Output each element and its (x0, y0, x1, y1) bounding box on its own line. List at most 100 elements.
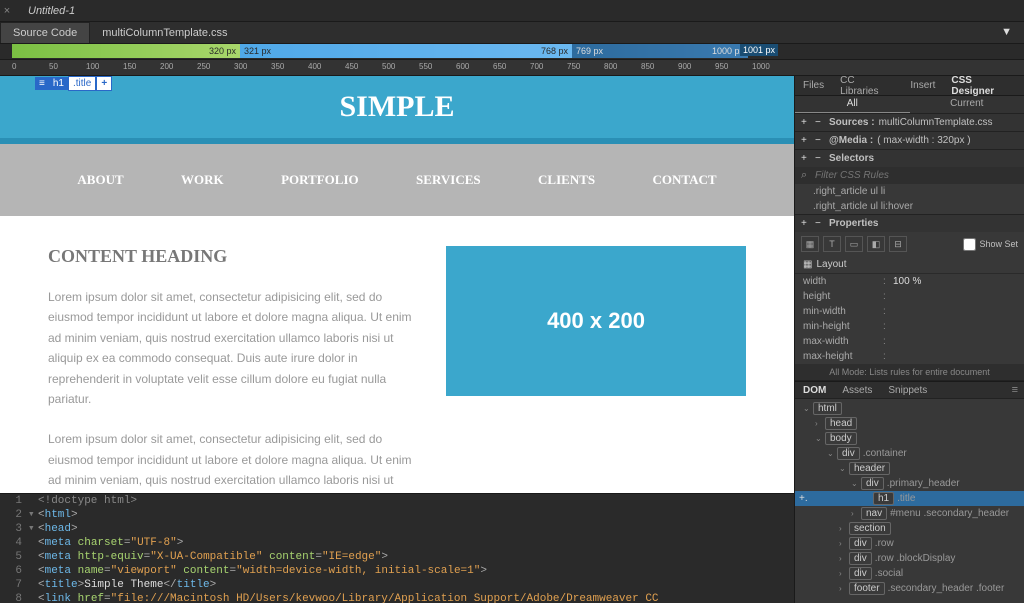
border-icon[interactable]: ▭ (845, 236, 863, 252)
ruler-tick: 800 (604, 62, 617, 71)
hamburger-icon[interactable]: ≡ (35, 77, 49, 90)
dom-node-section[interactable]: ›section (795, 521, 1024, 536)
source-code-tab[interactable]: Source Code (0, 22, 90, 43)
layout-property-row[interactable]: min-width: (795, 304, 1024, 319)
ruler-tick: 50 (49, 62, 58, 71)
page-content: CONTENT HEADING Lorem ipsum dolor sit am… (0, 216, 794, 493)
dom-node-div[interactable]: ›div.row .blockDisplay (795, 551, 1024, 566)
dom-node-head[interactable]: ›head (795, 416, 1024, 431)
nav-item[interactable]: ABOUT (77, 172, 123, 188)
content-paragraph[interactable]: Lorem ipsum dolor sit amet, consectetur … (48, 429, 416, 493)
add-icon[interactable]: + (801, 135, 815, 146)
dom-tab-snippets[interactable]: Snippets (880, 383, 935, 398)
dom-node-nav[interactable]: ›nav#menu .secondary_header (795, 506, 1024, 521)
add-icon[interactable]: + (801, 218, 815, 229)
right-panels: FilesCC LibrariesInsertCSS Designer All … (794, 76, 1024, 603)
css-search-input[interactable] (815, 170, 1018, 181)
overlay-h1-tag[interactable]: h1 (49, 77, 68, 90)
css-file-tab[interactable]: multiColumnTemplate.css (90, 23, 239, 43)
remove-icon[interactable]: − (815, 218, 829, 229)
show-set-checkbox[interactable]: Show Set (963, 238, 1018, 251)
content-paragraph[interactable]: Lorem ipsum dolor sit amet, consectetur … (48, 287, 416, 409)
image-placeholder: 400 x 200 (446, 246, 746, 396)
dom-node-header[interactable]: ⌄header (795, 461, 1024, 476)
layout-property-row[interactable]: width:100 % (795, 274, 1024, 289)
panel-tab-insert[interactable]: Insert (902, 77, 943, 94)
add-node-icon[interactable]: +. (795, 493, 808, 504)
ruler-tick: 300 (234, 62, 247, 71)
panel-tab-files[interactable]: Files (795, 77, 832, 94)
source-tabs: Source Code multiColumnTemplate.css ▼ (0, 22, 1024, 44)
page-title[interactable]: SIMPLE (0, 90, 794, 124)
dom-tab-assets[interactable]: Assets (834, 383, 880, 398)
ruler-tick: 850 (641, 62, 654, 71)
css-subtab-current[interactable]: Current (910, 96, 1024, 113)
dom-node-div[interactable]: ⌄div.primary_header (795, 476, 1024, 491)
dom-node-div[interactable]: ⌄div.container (795, 446, 1024, 461)
dom-node-body[interactable]: ⌄body (795, 431, 1024, 446)
ruler-tick: 200 (160, 62, 173, 71)
overlay-title-class[interactable]: .title (68, 76, 96, 91)
css-rule[interactable]: .right_article ul li:hover (795, 199, 1024, 214)
code-view[interactable]: 1 <!doctype html> 2▾<html> 3▾<head> 4 <m… (0, 493, 794, 603)
ruler-tick: 0 (12, 62, 16, 71)
overlay-add-icon[interactable]: + (96, 76, 112, 91)
nav-item[interactable]: SERVICES (416, 172, 481, 188)
info-text: All Mode: Lists rules for entire documen… (795, 364, 1024, 380)
document-tabs: × Untitled-1 (0, 0, 1024, 22)
css-subtab-all[interactable]: All (795, 96, 910, 113)
ruler-tick: 950 (715, 62, 728, 71)
background-icon[interactable]: ◧ (867, 236, 885, 252)
scrub-handle[interactable]: 1001 px (740, 44, 778, 56)
document-tab[interactable]: Untitled-1 (14, 1, 89, 21)
dom-tree[interactable]: ⌄html›head⌄body⌄div.container⌄header⌄div… (795, 399, 1024, 603)
page-nav: ABOUT WORK PORTFOLIO SERVICES CLIENTS CONTACT (0, 144, 794, 216)
layout-property-row[interactable]: height: (795, 289, 1024, 304)
dom-node-div[interactable]: ›div.social (795, 566, 1024, 581)
sources-section[interactable]: + − Sources : multiColumnTemplate.css (795, 114, 1024, 131)
remove-icon[interactable]: − (815, 153, 829, 164)
breakpoint-768[interactable]: 321 px768 px (240, 44, 572, 58)
css-search: ⌕ (795, 167, 1024, 184)
dom-node-footer[interactable]: ›footer.secondary_header .footer (795, 581, 1024, 596)
ruler-tick: 1000 (752, 62, 770, 71)
selectors-section[interactable]: + − Selectors (795, 150, 1024, 167)
dom-node-html[interactable]: ⌄html (795, 401, 1024, 416)
filter-icon[interactable]: ▼ (1001, 26, 1012, 38)
layout-property-row[interactable]: min-height: (795, 319, 1024, 334)
close-doc-icon[interactable]: × (0, 5, 14, 17)
nav-item[interactable]: CONTACT (653, 172, 717, 188)
breakpoint-bar: 320 px 321 px768 px 769 px1000 px 1001 p… (0, 44, 1024, 60)
remove-icon[interactable]: − (815, 135, 829, 146)
nav-item[interactable]: WORK (181, 172, 224, 188)
content-heading[interactable]: CONTENT HEADING (48, 246, 416, 267)
ruler-tick: 750 (567, 62, 580, 71)
layout-icon[interactable]: ▦ (801, 236, 819, 252)
text-icon[interactable]: T (823, 236, 841, 252)
media-section[interactable]: + − @Media : ( max-width : 320px ) (795, 132, 1024, 149)
ruler: 0501001502002503003504004505005506006507… (0, 60, 1024, 76)
properties-category-icons: ▦ T ▭ ◧ ⊟ Show Set (795, 232, 1024, 256)
layout-header: ▦Layout (795, 256, 1024, 274)
properties-section[interactable]: + − Properties (795, 215, 1024, 232)
ruler-tick: 250 (197, 62, 210, 71)
breakpoint-1000[interactable]: 769 px1000 px (572, 44, 748, 58)
panel-menu-icon[interactable]: ≡ (1012, 384, 1024, 396)
nav-item[interactable]: CLIENTS (538, 172, 595, 188)
layout-property-row[interactable]: max-height: (795, 349, 1024, 364)
dom-node-div[interactable]: ›div.row (795, 536, 1024, 551)
layout-property-row[interactable]: max-width: (795, 334, 1024, 349)
dom-node-h1[interactable]: +.h1.title (795, 491, 1024, 506)
dom-tab-dom[interactable]: DOM (795, 383, 834, 398)
add-icon[interactable]: + (801, 153, 815, 164)
ruler-tick: 150 (123, 62, 136, 71)
design-canvas[interactable]: ≡ h1 .title + SIMPLE ABOUT WORK PORTFOLIO S… (0, 76, 794, 493)
nav-item[interactable]: PORTFOLIO (281, 172, 359, 188)
search-icon: ⌕ (801, 169, 815, 182)
css-rule[interactable]: .right_article ul li (795, 184, 1024, 199)
remove-icon[interactable]: − (815, 117, 829, 128)
add-icon[interactable]: + (801, 117, 815, 128)
ruler-tick: 500 (382, 62, 395, 71)
breakpoint-320[interactable]: 320 px (12, 44, 240, 58)
more-icon[interactable]: ⊟ (889, 236, 907, 252)
